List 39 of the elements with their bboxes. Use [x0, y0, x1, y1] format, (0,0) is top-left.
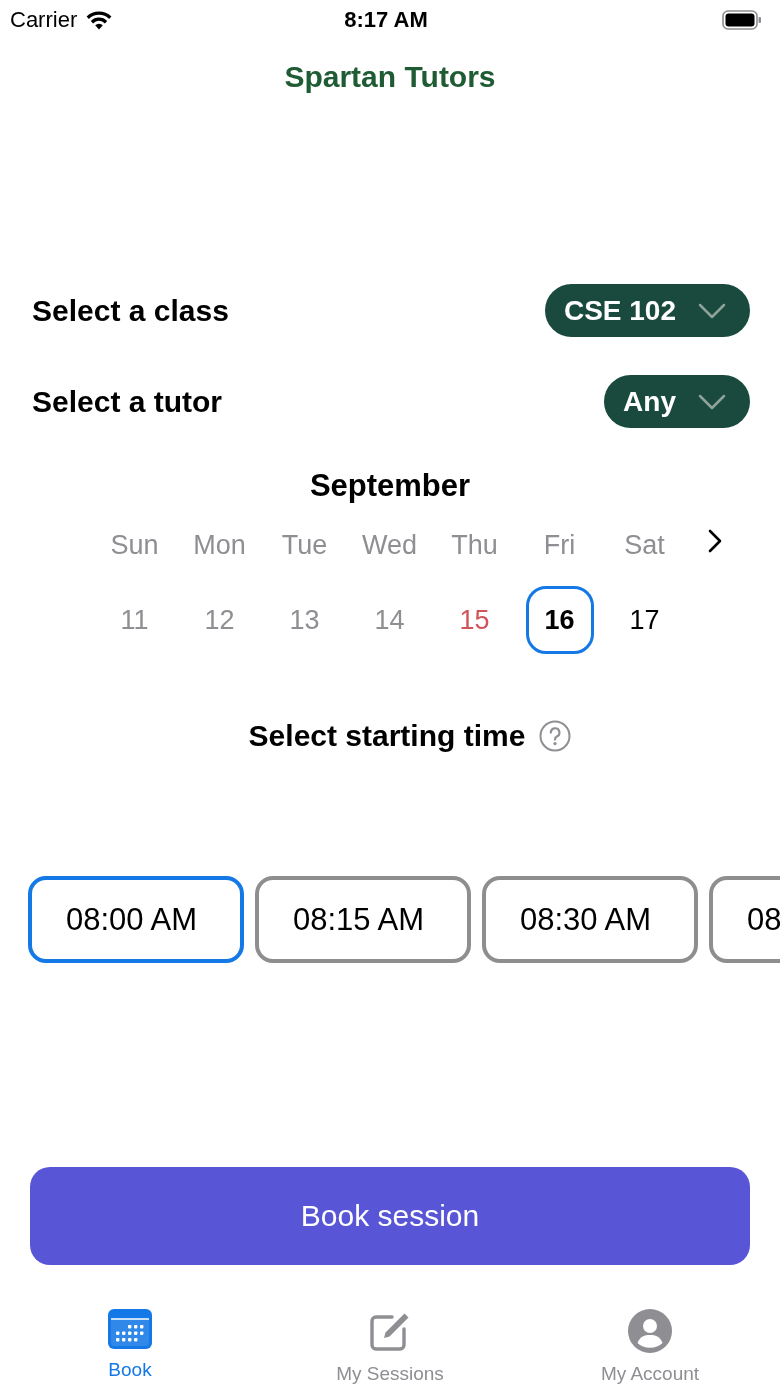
weekday-label: Thu [451, 529, 498, 561]
calendar-icon [108, 1309, 152, 1349]
date-button[interactable]: 16 [525, 586, 594, 654]
dropdown-button[interactable]: Any [604, 375, 750, 428]
weekday-label: Fri [543, 529, 576, 561]
tab-item[interactable]: My Sessions [336, 1309, 444, 1385]
date-button[interactable]: 12 [204, 604, 235, 636]
wifi-icon [86, 10, 113, 30]
picker-label: Select a class [32, 293, 229, 328]
weekday-label: Tue [281, 529, 328, 561]
weekday-label: Sat [624, 529, 665, 561]
chevron-right-icon[interactable] [708, 529, 722, 553]
help-icon[interactable] [539, 720, 572, 752]
chevron-down-icon [698, 302, 726, 319]
picker-label: Select a tutor [32, 384, 223, 419]
app-title: Spartan Tutors [284, 60, 496, 94]
time-slot-button[interactable]: 08:00 AM [28, 876, 244, 963]
time-slot-button[interactable]: 08 [709, 876, 780, 963]
weekday-label: Sun [110, 529, 159, 561]
book-session-button[interactable]: Book session [30, 1167, 750, 1265]
date-button[interactable]: 17 [629, 604, 660, 636]
date-button[interactable]: 11 [120, 604, 149, 636]
chevron-down-icon [698, 393, 726, 410]
weekday-label: Mon [193, 529, 246, 561]
tab-item[interactable]: Book [108, 1309, 152, 1385]
date-button[interactable]: 14 [374, 604, 405, 636]
clock-time: 8:17 AM [344, 7, 428, 33]
tab-item[interactable]: My Account [600, 1309, 700, 1385]
section-heading: Select starting time [248, 719, 526, 753]
person-icon [628, 1309, 672, 1353]
battery-icon [722, 10, 762, 30]
carrier-name: Carrier [10, 7, 78, 33]
time-slot-button[interactable]: 08:30 AM [482, 876, 698, 963]
date-button[interactable]: 13 [289, 604, 320, 636]
date-button[interactable]: 15 [459, 604, 490, 636]
weekday-label: Wed [362, 529, 417, 561]
time-slot-button[interactable]: 08:15 AM [255, 876, 471, 963]
dropdown-button[interactable]: CSE 102 [544, 284, 750, 337]
month-title: September [309, 468, 471, 504]
